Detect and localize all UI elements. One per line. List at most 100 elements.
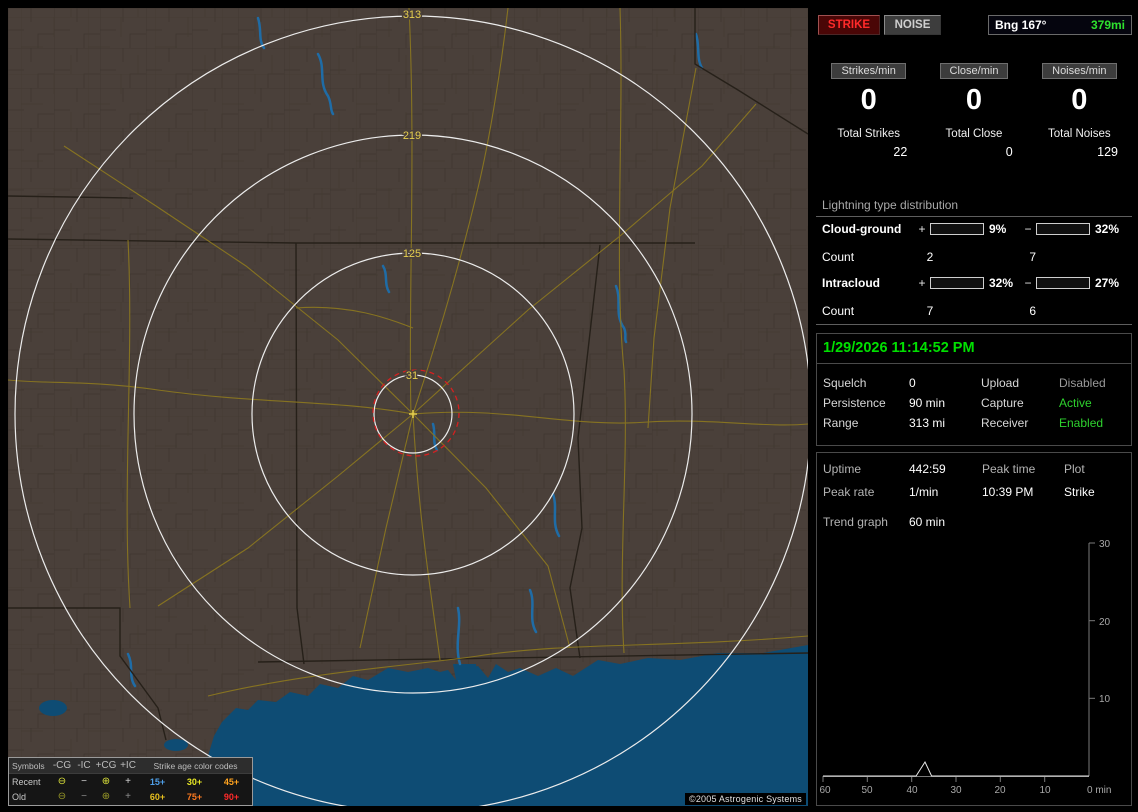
capture-status: Active: [1059, 396, 1092, 410]
total-noises-label: Total Noises: [1048, 128, 1111, 140]
close-per-min-button[interactable]: Close/min: [939, 63, 1009, 79]
legend-age: 30+: [186, 776, 203, 787]
total-close-label: Total Close: [945, 128, 1003, 140]
intracloud-row: Intracloud + 32% − 27%: [816, 276, 1132, 290]
uptime-value: 442:59: [909, 462, 946, 476]
divider: [816, 324, 1132, 325]
bearing-label: Bng 167°: [995, 18, 1047, 32]
x-tick-label: 30: [950, 785, 962, 796]
status-row: Uptime 442:59 Peak time Plot: [817, 462, 1131, 478]
legend-col-header: +CG: [95, 759, 117, 771]
noise-button[interactable]: NOISE: [884, 15, 941, 35]
settings-section: 1/29/2026 11:14:52 PM Squelch 0 Upload D…: [816, 333, 1132, 446]
ic-positive-count: 7: [926, 304, 934, 318]
status-panel: STRIKE NOISE Bng 167° 379mi Strikes/min …: [816, 8, 1132, 806]
app-window: 313 219 125 31 Symbols -CG -IC +CG +IC S…: [0, 0, 1138, 812]
noises-counter-column: Noises/min 0 Total Noises 129: [1027, 63, 1132, 159]
map-canvas[interactable]: 313 219 125 31: [8, 8, 808, 806]
bearing-distance: 379mi: [1090, 18, 1125, 32]
strike-button[interactable]: STRIKE: [818, 15, 880, 35]
plus-sign: +: [918, 222, 926, 236]
y-tick-label: 20: [1099, 617, 1111, 628]
neg-ic-icon: −: [81, 775, 87, 787]
legend-row-label: Recent: [12, 776, 41, 787]
range-value: 313 mi: [909, 416, 946, 430]
legend-age: 90+: [223, 791, 240, 802]
capture-label: Capture: [981, 396, 1024, 410]
y-tick-label: 30: [1099, 539, 1111, 550]
plot-value: Strike: [1064, 485, 1095, 499]
legend-age: 45+: [223, 776, 240, 787]
divider: [816, 216, 1132, 217]
peak-rate-value: 1/min: [909, 485, 939, 499]
upload-status: Disabled: [1059, 376, 1106, 390]
status-row: Trend graph 60 min: [817, 515, 1131, 531]
close-per-min-value: 0: [965, 84, 983, 116]
ic-negative-pct: 27%: [1095, 276, 1120, 290]
radar-map[interactable]: 313 219 125 31 Symbols -CG -IC +CG +IC S…: [8, 8, 808, 806]
distribution-title: Lightning type distribution: [822, 198, 959, 212]
cloud-ground-label: Cloud-ground: [822, 222, 902, 236]
trend-graph-label: Trend graph: [823, 515, 888, 529]
total-strikes-value: 22: [893, 145, 908, 159]
map-legend: Symbols -CG -IC +CG +IC Strike age color…: [8, 757, 253, 806]
strikes-per-min-value: 0: [860, 84, 877, 116]
upload-label: Upload: [981, 376, 1020, 390]
legend-old-row: Old ⊖ − ⊕ + 60+ 75+ 90+: [9, 789, 252, 804]
settings-row: Range 313 mi Receiver Enabled: [817, 416, 1131, 432]
receiver-label: Receiver: [981, 416, 1029, 430]
trend-line: [823, 760, 1089, 777]
legend-recent-row: Recent ⊖ − ⊕ + 15+ 30+ 45+: [9, 774, 252, 789]
counters: Strikes/min 0 Total Strikes 22 Close/min…: [816, 63, 1132, 159]
uptime-label: Uptime: [823, 462, 862, 476]
squelch-value: 0: [909, 376, 916, 390]
squelch-label: Squelch: [823, 376, 867, 390]
x-tick-label: 40: [906, 785, 918, 796]
trend-tick-labels: 30 20 10 60 50 40 30 20 10 0 min: [819, 539, 1111, 796]
cg-negative-bar: [1036, 223, 1090, 235]
range-ring-label: 219: [403, 130, 421, 142]
persistence-value: 90 min: [909, 396, 946, 410]
neg-cg-icon: ⊖: [57, 775, 67, 787]
intracloud-label: Intracloud: [822, 276, 881, 290]
legend-header-row: Symbols -CG -IC +CG +IC Strike age color…: [9, 758, 252, 774]
settings-row: Persistence 90 min Capture Active: [817, 396, 1131, 412]
noises-per-min-button[interactable]: Noises/min: [1042, 63, 1117, 79]
noises-per-min-value: 0: [1071, 84, 1088, 116]
datetime-display: 1/29/2026 11:14:52 PM: [817, 334, 1131, 364]
x-tick-label: 10: [1039, 785, 1051, 796]
bearing-display: Bng 167° 379mi: [988, 15, 1132, 35]
legend-col-header: -IC: [77, 759, 91, 771]
range-ring-label: 125: [403, 248, 421, 260]
y-tick-label: 10: [1099, 694, 1111, 705]
range-label: Range: [823, 416, 859, 430]
status-row: Peak rate 1/min 10:39 PM Strike: [817, 485, 1131, 501]
cg-positive-bar: [930, 223, 984, 235]
legend-age: 60+: [149, 791, 166, 802]
legend-col-header: -CG: [52, 759, 72, 771]
cg-negative-count: 7: [1029, 250, 1036, 264]
legend-age: 15+: [149, 776, 166, 787]
neg-ic-icon: −: [81, 790, 87, 802]
x-tick-label: 0 min: [1087, 785, 1111, 796]
neg-cg-icon: ⊖: [57, 790, 67, 802]
ic-negative-count: 6: [1029, 304, 1036, 318]
plot-label: Plot: [1064, 462, 1085, 476]
persistence-label: Persistence: [823, 396, 886, 410]
trend-graph: 30 20 10 60 50 40 30 20 10 0 min: [819, 539, 1111, 796]
cg-positive-count: 2: [926, 250, 934, 264]
legend-row-label: Old: [12, 791, 27, 802]
ic-positive-bar: [930, 277, 984, 289]
cg-positive-pct: 9%: [989, 222, 1007, 236]
plus-sign: +: [918, 276, 926, 290]
strikes-per-min-button[interactable]: Strikes/min: [831, 63, 906, 79]
peak-time-value: 10:39 PM: [982, 485, 1034, 499]
count-label: Count: [822, 304, 855, 318]
minus-sign: −: [1024, 276, 1032, 290]
x-tick-label: 50: [861, 785, 873, 796]
count-label: Count: [822, 250, 855, 264]
total-close-value: 0: [1005, 145, 1013, 159]
range-ring-label: 313: [403, 9, 421, 21]
intracloud-count-row: Count 7 6: [816, 304, 1132, 318]
range-ring-label: 31: [406, 370, 418, 382]
